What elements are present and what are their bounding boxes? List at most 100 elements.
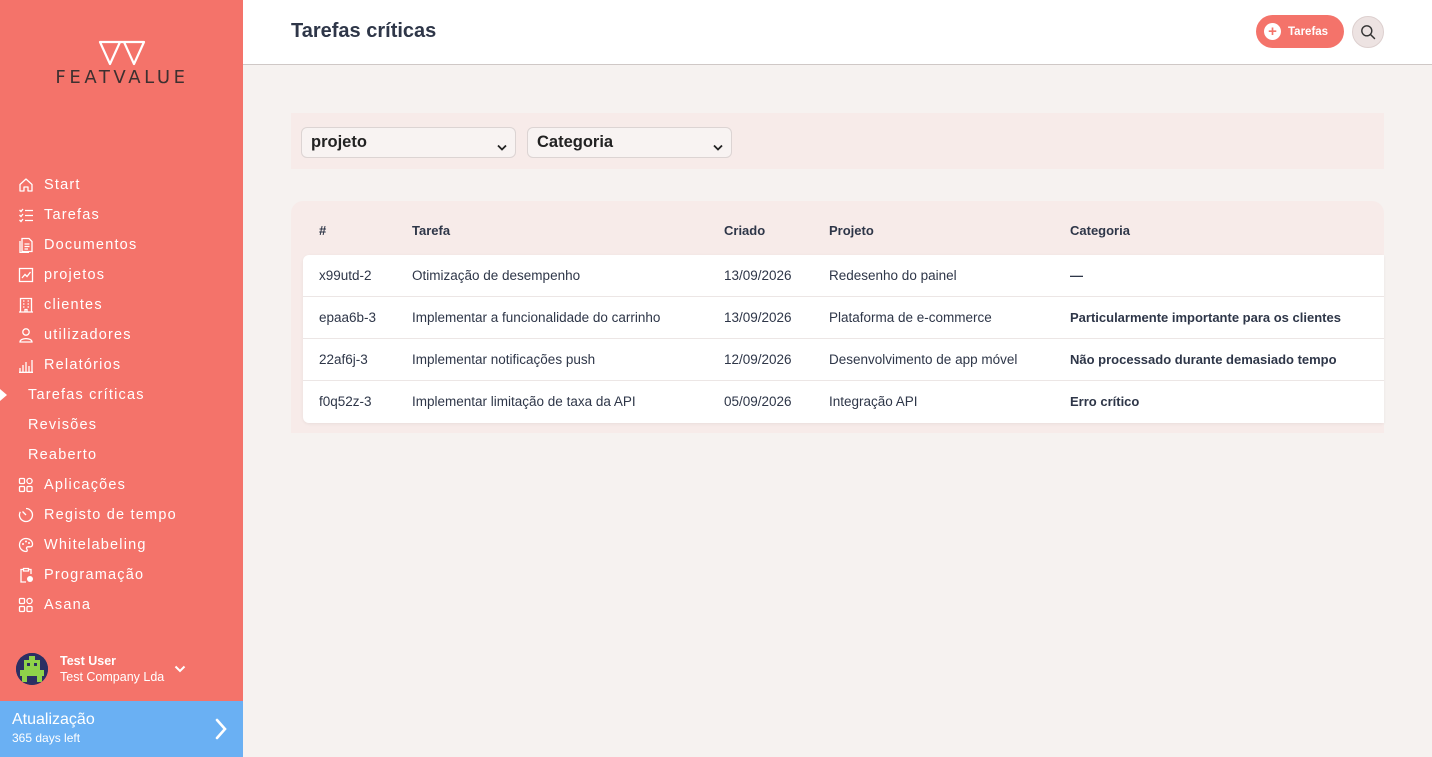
table-body: x99utd-2 Otimização de desempenho 13/09/… [303, 255, 1384, 423]
category-select[interactable]: Categoria [527, 127, 732, 158]
upgrade-title: Atualização [12, 711, 95, 728]
chevron-down-icon [497, 138, 507, 157]
palette-icon [17, 536, 35, 554]
sidebar-item-relatorios[interactable]: Relatórios [0, 350, 243, 380]
cell-project: Redesenho do painel [829, 268, 957, 283]
user-name: Test User [60, 654, 117, 668]
chart-icon [17, 266, 35, 284]
cell-created: 13/09/2026 [724, 310, 792, 325]
user-menu[interactable]: Test User Test Company Lda [16, 652, 231, 686]
cell-id: f0q52z-3 [319, 394, 372, 409]
cell-created: 12/09/2026 [724, 352, 792, 367]
sidebar-item-label: Revisões [28, 417, 98, 433]
sidebar-item-label: Tarefas [44, 207, 100, 223]
column-header-project[interactable]: Projeto [829, 223, 874, 238]
sidebar-item-tarefas-criticas[interactable]: Tarefas críticas [0, 380, 243, 410]
sidebar-item-label: utilizadores [44, 327, 132, 343]
logo-text: FEATVALUE [55, 67, 189, 88]
sidebar-item-label: Start [44, 177, 81, 193]
checklist-icon [17, 206, 35, 224]
sidebar-item-label: Documentos [44, 237, 138, 253]
building-icon [17, 296, 35, 314]
home-icon [17, 176, 35, 194]
sidebar-item-utilizadores[interactable]: utilizadores [0, 320, 243, 350]
cell-id: 22af6j-3 [319, 352, 368, 367]
user-icon [17, 326, 35, 344]
project-select-value: projeto [311, 133, 367, 151]
sidebar-item-label: clientes [44, 297, 103, 313]
sidebar-item-asana[interactable]: Asana [0, 590, 243, 620]
plus-icon: + [1264, 23, 1281, 40]
cell-created: 13/09/2026 [724, 268, 792, 283]
logo-mark-icon [98, 40, 146, 66]
sidebar-nav: Start Tarefas Documentos projetos client… [0, 170, 243, 620]
column-header-id[interactable]: # [319, 223, 326, 238]
chevron-down-icon [713, 138, 723, 157]
cell-project: Plataforma de e-commerce [829, 310, 992, 325]
category-select-value: Categoria [537, 133, 614, 151]
sidebar-item-projetos[interactable]: projetos [0, 260, 243, 290]
add-task-label: Tarefas [1288, 25, 1329, 38]
sidebar-item-label: projetos [44, 267, 106, 283]
apps-icon [17, 476, 35, 494]
sidebar: FEATVALUE Start Tarefas Documentos proje… [0, 0, 243, 757]
cell-task: Implementar limitação de taxa da API [412, 394, 636, 409]
chevron-right-icon [215, 718, 227, 745]
sidebar-item-registo-de-tempo[interactable]: Registo de tempo [0, 500, 243, 530]
timer-icon [17, 506, 35, 524]
search-icon [1361, 25, 1376, 40]
cell-category: Não processado durante demasiado tempo [1070, 352, 1337, 367]
cell-task: Otimização de desempenho [412, 268, 581, 283]
cell-id: epaa6b-3 [319, 310, 377, 325]
table-row[interactable]: 22af6j-3 Implementar notificações push 1… [303, 339, 1384, 381]
upgrade-banner[interactable]: Atualização 365 days left [0, 701, 243, 757]
avatar [16, 653, 48, 685]
column-header-created[interactable]: Criado [724, 223, 765, 238]
cell-id: x99utd-2 [319, 268, 372, 283]
sidebar-item-label: Tarefas críticas [28, 387, 145, 403]
search-button[interactable] [1352, 16, 1384, 48]
filter-bar: projeto Categoria [291, 113, 1384, 169]
sidebar-item-start[interactable]: Start [0, 170, 243, 200]
sidebar-item-programacao[interactable]: Programação [0, 560, 243, 590]
page-title: Tarefas críticas [291, 20, 437, 42]
cell-created: 05/09/2026 [724, 394, 792, 409]
cell-category: Erro crítico [1070, 394, 1140, 409]
sidebar-item-label: Reaberto [28, 447, 98, 463]
sidebar-item-label: Aplicações [44, 477, 127, 493]
sidebar-item-revisoes[interactable]: Revisões [0, 410, 243, 440]
user-company: Test Company Lda [60, 670, 165, 684]
column-header-task[interactable]: Tarefa [412, 223, 450, 238]
bar-chart-icon [17, 356, 35, 374]
add-task-button[interactable]: + Tarefas [1256, 15, 1344, 48]
column-header-category[interactable]: Categoria [1070, 223, 1130, 238]
sidebar-item-aplicacoes[interactable]: Aplicações [0, 470, 243, 500]
table-row[interactable]: epaa6b-3 Implementar a funcionalidade do… [303, 297, 1384, 339]
top-header: Tarefas críticas + Tarefas [243, 0, 1432, 65]
sidebar-item-label: Programação [44, 567, 145, 583]
project-select[interactable]: projeto [301, 127, 516, 158]
sidebar-item-documentos[interactable]: Documentos [0, 230, 243, 260]
upgrade-days-left: 365 days left [12, 731, 81, 745]
clipboard-clock-icon [17, 566, 35, 584]
sidebar-item-label: Whitelabeling [44, 537, 147, 553]
cell-project: Desenvolvimento de app móvel [829, 352, 1018, 367]
cell-project: Integração API [829, 394, 918, 409]
apps-icon [17, 596, 35, 614]
table-row[interactable]: f0q52z-3 Implementar limitação de taxa d… [303, 381, 1384, 423]
sidebar-item-whitelabeling[interactable]: Whitelabeling [0, 530, 243, 560]
cell-task: Implementar a funcionalidade do carrinho [412, 310, 661, 325]
sidebar-item-reaberto[interactable]: Reaberto [0, 440, 243, 470]
table-row[interactable]: x99utd-2 Otimização de desempenho 13/09/… [303, 255, 1384, 297]
tasks-table: # Tarefa Criado Projeto Categoria x99utd… [291, 201, 1384, 433]
cell-task: Implementar notificações push [412, 352, 596, 367]
sidebar-item-tarefas[interactable]: Tarefas [0, 200, 243, 230]
documents-icon [17, 236, 35, 254]
sidebar-item-label: Relatórios [44, 357, 122, 373]
sidebar-item-clientes[interactable]: clientes [0, 290, 243, 320]
chevron-down-icon[interactable] [174, 660, 186, 678]
sidebar-item-label: Asana [44, 597, 92, 613]
sidebar-item-label: Registo de tempo [44, 507, 177, 523]
cell-category: Particularmente importante para os clien… [1070, 310, 1341, 325]
featvalue-logo[interactable]: FEATVALUE [36, 40, 208, 90]
